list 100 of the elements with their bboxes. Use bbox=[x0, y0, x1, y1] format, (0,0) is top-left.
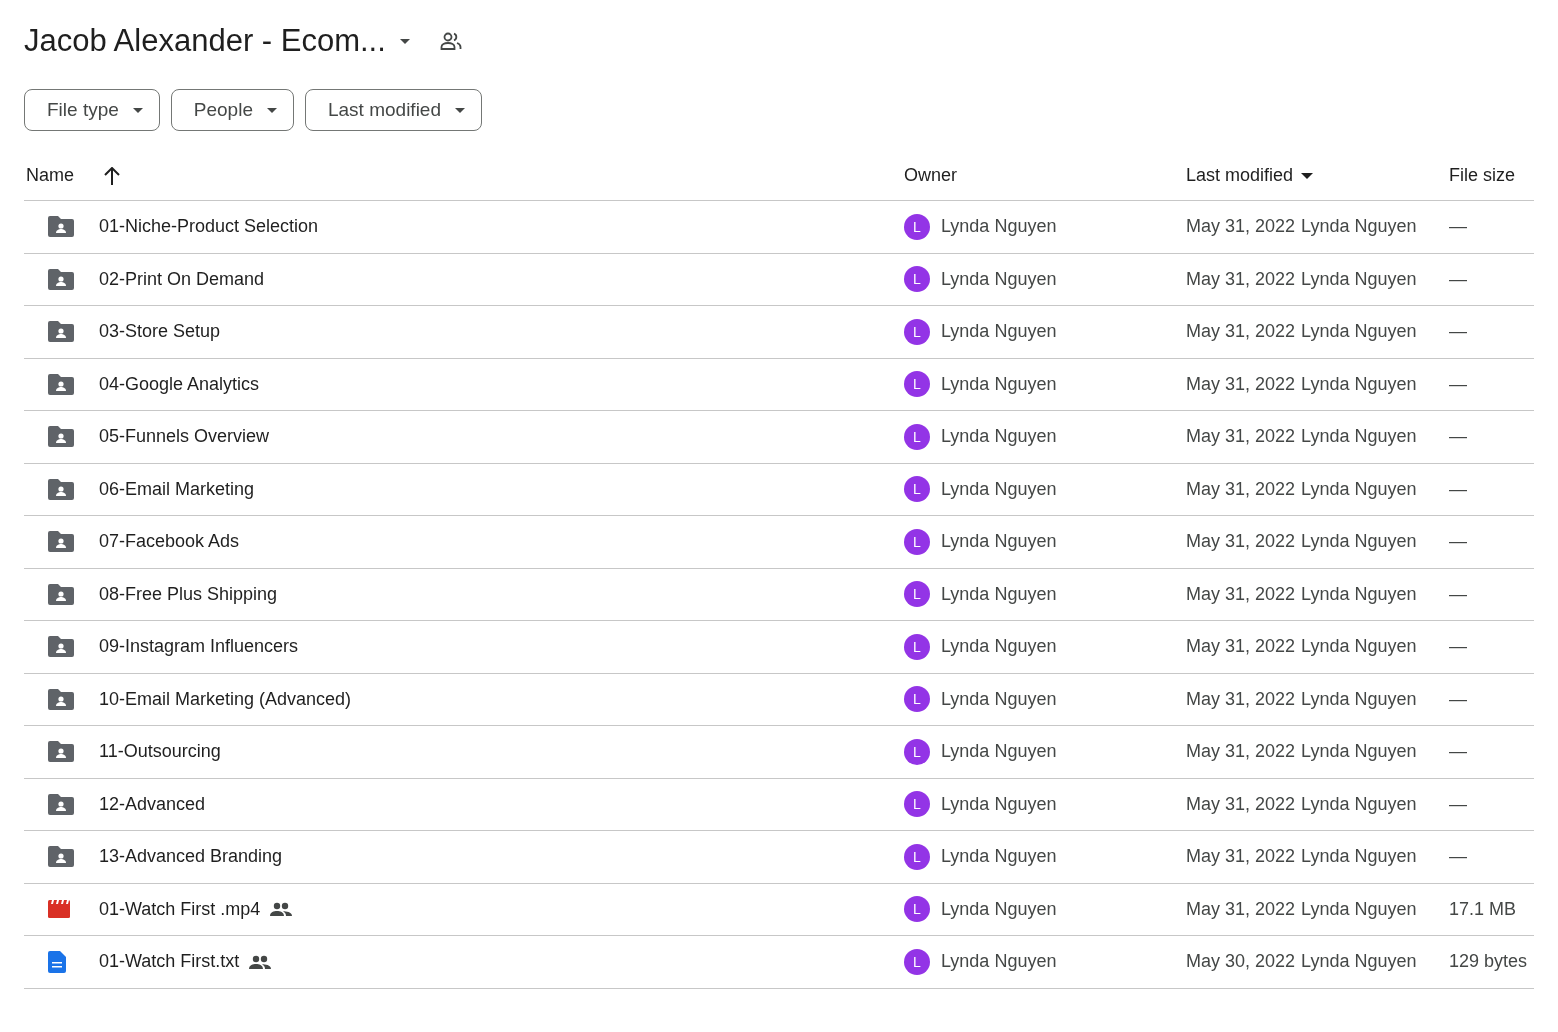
file-name[interactable]: 12-Advanced bbox=[99, 793, 206, 815]
caret-icon bbox=[132, 107, 143, 113]
owner-name: Lynda Nguyen bbox=[941, 531, 1057, 553]
modified-by: Lynda Nguyen bbox=[1301, 478, 1417, 500]
modified-by: Lynda Nguyen bbox=[1301, 583, 1417, 605]
owner-avatar: L bbox=[904, 423, 930, 450]
file-name[interactable]: 06-Email Marketing bbox=[99, 478, 255, 500]
table-row[interactable]: 05-Funnels Overview L Lynda Nguyen May 31, 2022 Lynda Nguyen — bbox=[24, 411, 1534, 464]
owner-avatar: L bbox=[904, 371, 930, 398]
table-row[interactable]: 09-Instagram Influencers L Lynda Nguyen May 31, 2022 Lynda Nguyen — bbox=[24, 621, 1534, 674]
owner-avatar: L bbox=[904, 476, 930, 503]
file-size: 129 bytes bbox=[1449, 951, 1528, 973]
file-name[interactable]: 13-Advanced Branding bbox=[99, 846, 283, 868]
file-name[interactable]: 01-Niche-Product Selection bbox=[99, 216, 319, 238]
owner-avatar: L bbox=[904, 843, 930, 870]
table-row[interactable]: 13-Advanced Branding L Lynda Nguyen May 31, 2022 Lynda Nguyen — bbox=[24, 831, 1534, 884]
owner-avatar: L bbox=[904, 738, 930, 765]
table-row[interactable]: 02-Print On Demand L Lynda Nguyen May 31, 2022 Lynda Nguyen — bbox=[24, 253, 1534, 306]
file-name[interactable]: 08-Free Plus Shipping bbox=[99, 583, 278, 605]
modified-date: May 31, 2022 bbox=[1186, 793, 1296, 815]
owner-avatar: L bbox=[904, 581, 930, 608]
owner-name: Lynda Nguyen bbox=[941, 583, 1057, 605]
modified-date: May 31, 2022 bbox=[1186, 268, 1296, 290]
table-row[interactable]: 11-Outsourcing L Lynda Nguyen May 31, 2022 Lynda Nguyen — bbox=[24, 726, 1534, 779]
caret-icon bbox=[267, 107, 277, 113]
shared-folder-icon bbox=[48, 321, 74, 343]
modified-date: May 31, 2022 bbox=[1186, 636, 1296, 658]
modified-by: Lynda Nguyen bbox=[1301, 636, 1417, 658]
file-name[interactable]: 04-Google Analytics bbox=[99, 373, 260, 395]
file-size: — bbox=[1449, 426, 1467, 448]
owner-name: Lynda Nguyen bbox=[941, 951, 1057, 973]
table-row[interactable]: 01-Watch First.txt L Lynda Nguyen May 30, 2022 Lynda Nguyen 129 bytes bbox=[24, 936, 1534, 989]
shared-folder-icon bbox=[48, 478, 74, 500]
file-name[interactable]: 01-Watch First.txt bbox=[99, 951, 240, 973]
table-row[interactable]: 01-Niche-Product Selection L Lynda Nguyen May 31, 2022 Lynda Nguyen — bbox=[24, 201, 1534, 254]
filter-chip[interactable]: People bbox=[170, 89, 294, 131]
owner-name: Lynda Nguyen bbox=[941, 846, 1057, 868]
document-icon bbox=[48, 950, 66, 973]
folder-title: Jacob Alexander - Ecom... bbox=[24, 23, 386, 59]
table-row[interactable]: 04-Google Analytics L Lynda Nguyen May 31, 2022 Lynda Nguyen — bbox=[24, 358, 1534, 411]
modified-date: May 31, 2022 bbox=[1186, 373, 1296, 395]
column-header[interactable]: Last modified bbox=[1186, 165, 1294, 186]
file-name[interactable]: 09-Instagram Influencers bbox=[99, 636, 299, 658]
file-name[interactable]: 03-Store Setup bbox=[99, 321, 221, 343]
sort-caret-icon[interactable] bbox=[1301, 172, 1314, 179]
table-row[interactable]: 07-Facebook Ads L Lynda Nguyen May 31, 2022 Lynda Nguyen — bbox=[24, 516, 1534, 569]
modified-by: Lynda Nguyen bbox=[1301, 688, 1417, 710]
table-row[interactable]: 06-Email Marketing L Lynda Nguyen May 31, 2022 Lynda Nguyen — bbox=[24, 463, 1534, 516]
file-size: — bbox=[1449, 793, 1467, 815]
owner-name: Lynda Nguyen bbox=[941, 216, 1057, 238]
owner-name: Lynda Nguyen bbox=[941, 478, 1057, 500]
modified-date: May 31, 2022 bbox=[1186, 426, 1296, 448]
shared-folder-icon bbox=[48, 426, 74, 448]
table-row[interactable]: 10-Email Marketing (Advanced) L Lynda Nguyen May 31, 2022 Lynda Nguyen — bbox=[24, 673, 1534, 726]
modified-by: Lynda Nguyen bbox=[1301, 321, 1417, 343]
table-row[interactable]: 03-Store Setup L Lynda Nguyen May 31, 2022 Lynda Nguyen — bbox=[24, 306, 1534, 359]
caret-icon bbox=[399, 38, 410, 44]
table-row[interactable]: 08-Free Plus Shipping L Lynda Nguyen May 31, 2022 Lynda Nguyen — bbox=[24, 568, 1534, 621]
filter-chip[interactable]: File type bbox=[24, 89, 160, 131]
file-name[interactable]: 11-Outsourcing bbox=[99, 741, 221, 763]
file-name[interactable]: 01-Watch First .mp4 bbox=[99, 898, 261, 920]
modified-by: Lynda Nguyen bbox=[1301, 268, 1417, 290]
filter-chip[interactable]: Last modified bbox=[305, 89, 482, 131]
modified-date: May 31, 2022 bbox=[1186, 688, 1296, 710]
column-header[interactable]: Name bbox=[26, 165, 74, 186]
modified-by: Lynda Nguyen bbox=[1301, 793, 1417, 815]
owner-avatar: L bbox=[904, 791, 930, 818]
modified-date: May 31, 2022 bbox=[1186, 898, 1296, 920]
sort-arrow-icon[interactable] bbox=[104, 166, 120, 185]
shared-folder-icon bbox=[48, 583, 74, 605]
caret-icon bbox=[455, 107, 465, 113]
shared-folder-icon bbox=[48, 846, 74, 868]
file-name[interactable]: 10-Email Marketing (Advanced) bbox=[99, 688, 352, 710]
modified-by: Lynda Nguyen bbox=[1301, 898, 1417, 920]
shared-folder-icon bbox=[48, 793, 74, 815]
file-size: — bbox=[1449, 478, 1467, 500]
modified-date: May 30, 2022 bbox=[1186, 951, 1296, 973]
file-name[interactable]: 05-Funnels Overview bbox=[99, 426, 270, 448]
column-header[interactable]: File size bbox=[1449, 165, 1515, 186]
shared-folder-icon bbox=[48, 373, 74, 395]
shared-folder-icon bbox=[48, 636, 74, 658]
table-row[interactable]: 01-Watch First .mp4 L Lynda Nguyen May 31, 2022 Lynda Nguyen 17.1 MB bbox=[24, 883, 1534, 936]
modified-date: May 31, 2022 bbox=[1186, 846, 1296, 868]
file-size: 17.1 MB bbox=[1449, 898, 1517, 920]
shared-folder-icon bbox=[48, 216, 74, 238]
video-icon bbox=[48, 900, 70, 919]
owner-name: Lynda Nguyen bbox=[941, 688, 1057, 710]
owner-name: Lynda Nguyen bbox=[941, 373, 1057, 395]
file-name[interactable]: 02-Print On Demand bbox=[99, 268, 265, 290]
owner-avatar: L bbox=[904, 266, 930, 293]
table-row[interactable]: 12-Advanced L Lynda Nguyen May 31, 2022 Lynda Nguyen — bbox=[24, 778, 1534, 831]
modified-date: May 31, 2022 bbox=[1186, 321, 1296, 343]
owner-avatar: L bbox=[904, 896, 930, 923]
column-header[interactable]: Owner bbox=[904, 165, 957, 186]
owner-avatar: L bbox=[904, 948, 930, 975]
owner-avatar: L bbox=[904, 686, 930, 713]
owner-name: Lynda Nguyen bbox=[941, 793, 1057, 815]
modified-date: May 31, 2022 bbox=[1186, 216, 1296, 238]
file-size: — bbox=[1449, 741, 1467, 763]
file-name[interactable]: 07-Facebook Ads bbox=[99, 531, 240, 553]
